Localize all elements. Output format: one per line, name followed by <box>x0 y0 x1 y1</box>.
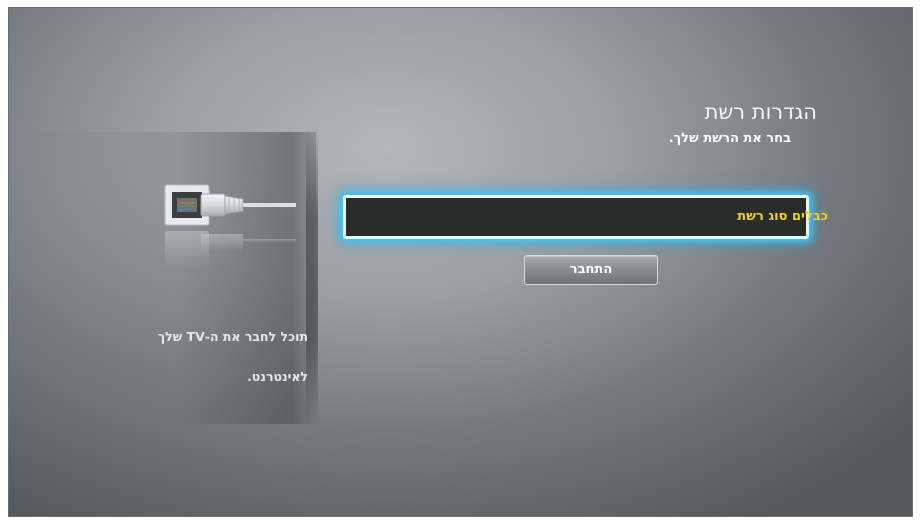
tv-screen: תוכל לחבר את ה-TV שלך לאינטרנט. הגדרות ר… <box>8 7 913 517</box>
page-subtitle: בחר את הרשת שלך. <box>668 131 791 146</box>
info-line-2: לאינטרנט. <box>247 369 308 384</box>
network-type-selector[interactable]: כבלים סוג רשת <box>343 195 828 239</box>
ethernet-cable-icon <box>164 184 296 267</box>
info-line-1: תוכל לחבר את ה-TV שלך <box>157 329 308 344</box>
network-type-value: כבלים סוג רשת <box>737 209 828 224</box>
connect-button[interactable]: התחבר <box>524 255 658 285</box>
page-title: הגדרות רשת <box>704 100 817 124</box>
